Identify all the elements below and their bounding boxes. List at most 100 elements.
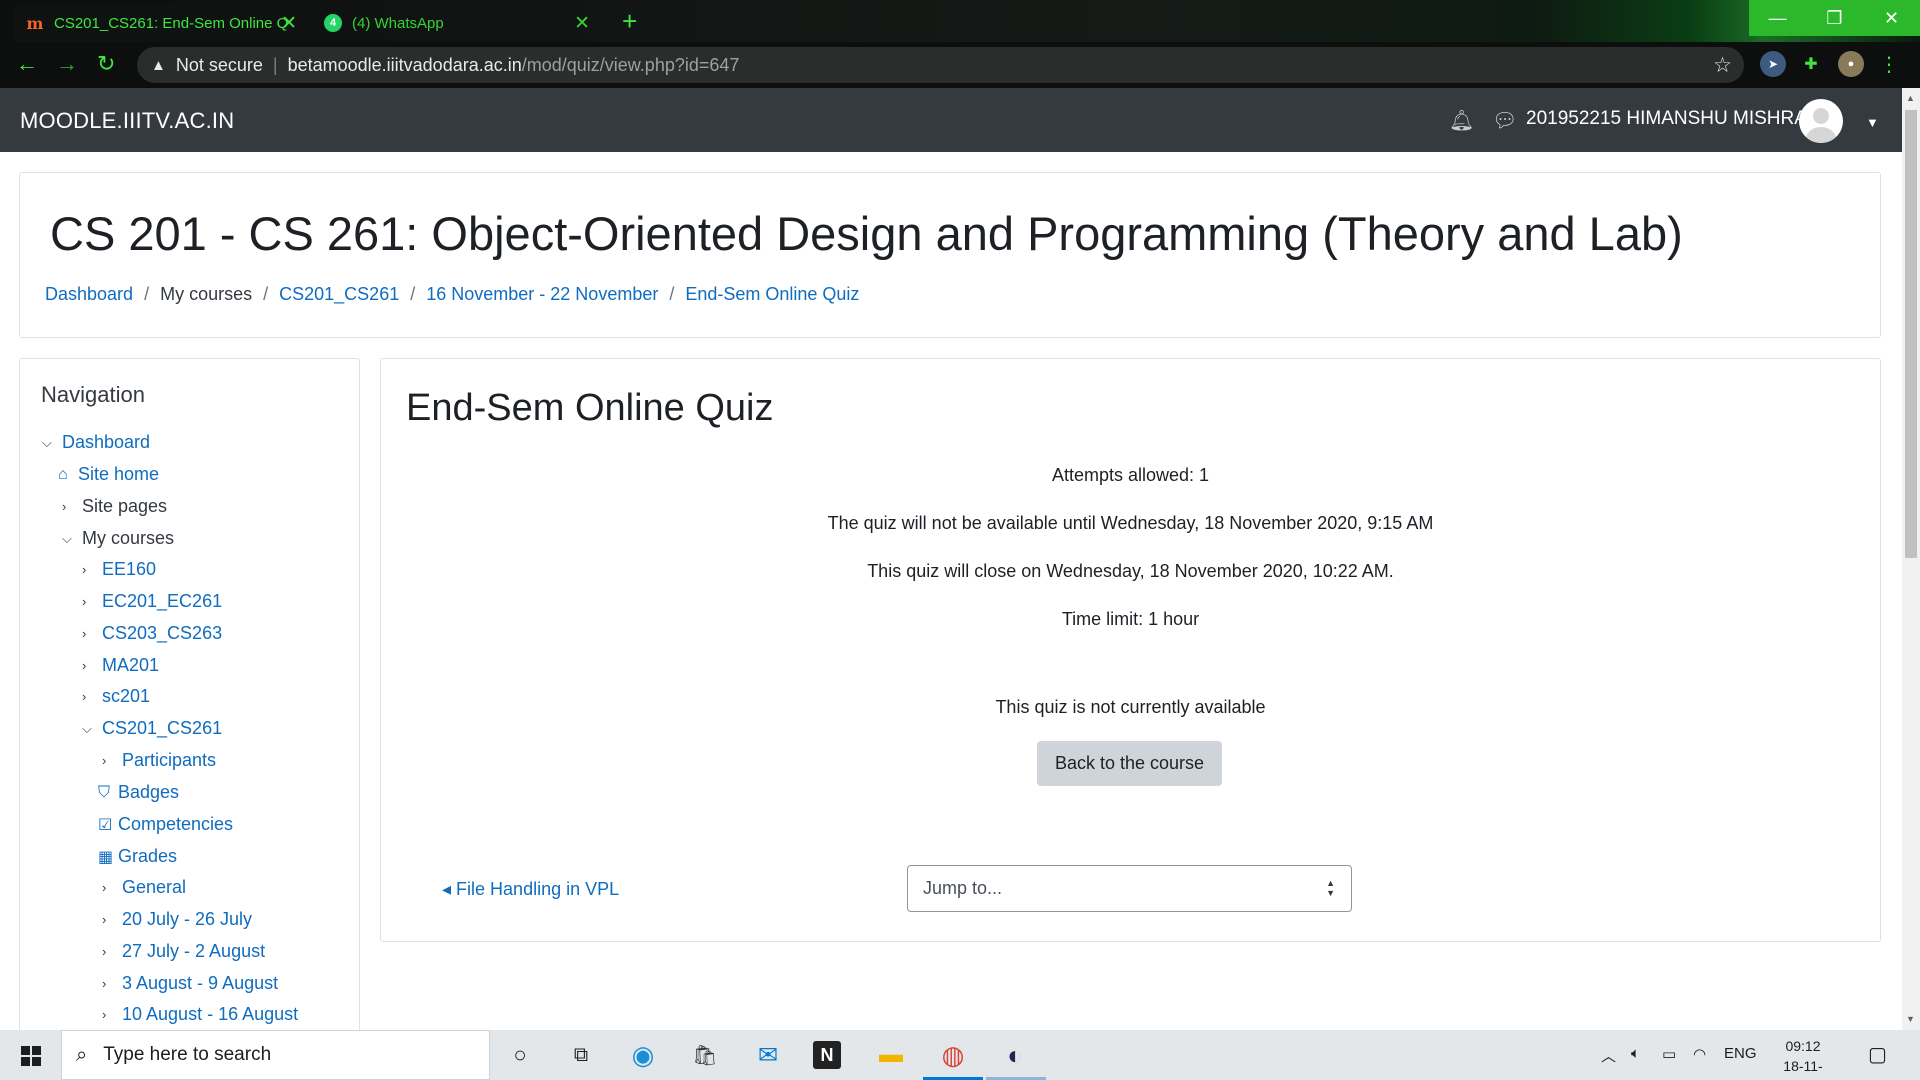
clock-time: 09:12	[1785, 1038, 1821, 1054]
menu-dots-icon[interactable]: ⋮	[1876, 51, 1902, 77]
windows-taskbar: ⌕ Type here to search ○ ⧉ ◉ 🛍︎ ✉ N ▬ ◍ ◐…	[0, 1030, 1920, 1080]
store-bag-icon[interactable]: 🛍︎	[689, 1039, 721, 1071]
scroll-up-icon[interactable]: ▲	[1906, 93, 1915, 103]
user-name[interactable]: 201952215 HIMANSHU MISHRA	[1526, 108, 1807, 130]
new-tab-button[interactable]: +	[622, 6, 637, 37]
minimize-button[interactable]: —	[1749, 0, 1806, 36]
nav-item-cs203[interactable]: › CS203_CS263	[82, 623, 222, 644]
close-tab-icon[interactable]: ✕	[281, 12, 297, 35]
extension-cursor-icon[interactable]: ➤	[1760, 51, 1786, 77]
moodle-navbar: MOODLE.IIITV.AC.IN 🔔︎ 💬︎ 201952215 HIMAN…	[0, 88, 1902, 152]
chevron-up-icon[interactable]: ︿	[1601, 1045, 1616, 1066]
chevron-right-icon: ›	[102, 944, 107, 959]
nav-item-week-1[interactable]: › 20 July - 26 July	[102, 909, 252, 930]
scrollbar-thumb[interactable]	[1905, 110, 1917, 558]
chevron-right-icon: ›	[102, 1007, 107, 1022]
nav-item-badges[interactable]: ⛉ Badges	[98, 782, 179, 803]
nav-item-week-2[interactable]: › 27 July - 2 August	[102, 941, 265, 962]
jump-to-select[interactable]: Jump to... ▲ ▼	[907, 865, 1352, 912]
back-arrow-icon[interactable]: ←	[16, 51, 38, 77]
previous-activity-link[interactable]: ◂ File Handling in VPL	[442, 879, 619, 900]
nav-item-sc201[interactable]: › sc201	[82, 686, 150, 707]
battery-icon[interactable]: ▭	[1662, 1045, 1676, 1063]
nav-item-dashboard[interactable]: ⌵ Dashboard	[42, 432, 150, 453]
nav-item-cs201[interactable]: ⌵ CS201_CS261	[82, 718, 222, 739]
nav-item-ec201[interactable]: › EC201_EC261	[82, 591, 222, 612]
chevron-down-icon: ⌵	[62, 530, 72, 546]
extensions-puzzle-icon[interactable]: ✚	[1798, 51, 1824, 77]
nav-item-site-pages[interactable]: › Site pages	[62, 496, 167, 517]
chrome-icon[interactable]: ◍	[937, 1039, 969, 1071]
chevron-down-icon: ⌵	[82, 720, 92, 736]
tab-moodle-quiz[interactable]: m CS201_CS261: End-Sem Online Q ✕	[14, 4, 309, 42]
close-tab-icon[interactable]: ✕	[574, 12, 590, 35]
file-explorer-icon[interactable]: ▬	[875, 1039, 907, 1071]
eclipse-icon[interactable]: ◐	[999, 1039, 1031, 1071]
notifications-icon[interactable]: ▢	[1868, 1042, 1887, 1067]
site-brand[interactable]: MOODLE.IIITV.AC.IN	[20, 108, 234, 134]
profile-avatar-icon[interactable]: ●	[1838, 51, 1864, 77]
close-window-button[interactable]: ✕	[1863, 0, 1920, 36]
page-scrollbar[interactable]: ▲ ▼	[1902, 88, 1920, 1030]
nav-item-general[interactable]: › General	[102, 877, 186, 898]
time-limit-text: Time limit: 1 hour	[1061, 609, 1200, 629]
chevron-right-icon: ›	[102, 753, 107, 768]
nav-item-participants[interactable]: › Participants	[102, 750, 216, 771]
nav-item-week-3[interactable]: › 3 August - 9 August	[102, 973, 278, 994]
bookmark-star-icon[interactable]: ☆	[1713, 53, 1732, 78]
chat-bubble-icon[interactable]: 💬︎	[1492, 108, 1517, 133]
search-icon: ⌕	[76, 1043, 88, 1066]
chevron-down-icon: ⌵	[42, 434, 52, 450]
chevron-right-icon: ›	[82, 626, 87, 641]
bell-icon[interactable]: 🔔︎	[1449, 108, 1474, 133]
back-to-course-button[interactable]: Back to the course	[1037, 741, 1222, 786]
volume-icon[interactable]: 🔈︎	[1631, 1045, 1640, 1062]
breadcrumb-course[interactable]: CS201_CS261	[279, 284, 399, 304]
task-view-icon[interactable]: ⧉	[565, 1039, 597, 1071]
nav-item-site-home[interactable]: ⌂ Site home	[58, 464, 159, 485]
select-arrows-icon: ▲ ▼	[1326, 878, 1335, 898]
nav-item-grades[interactable]: ▦ Grades	[98, 846, 177, 867]
nav-item-ma201[interactable]: › MA201	[82, 655, 159, 676]
navigation-title: Navigation	[41, 382, 145, 407]
course-title: CS 201 - CS 261: Object-Oriented Design …	[50, 207, 1683, 260]
notion-icon[interactable]: N	[813, 1041, 841, 1069]
breadcrumb-quiz[interactable]: End-Sem Online Quiz	[685, 284, 859, 304]
system-clock[interactable]: 09:12 18-11-2020	[1768, 1036, 1838, 1080]
nav-item-ee160[interactable]: › EE160	[82, 559, 156, 580]
wifi-icon[interactable]: ◠	[1693, 1045, 1706, 1063]
address-bar[interactable]: ▲ Not secure | betamoodle.iiitvadodara.a…	[137, 47, 1744, 83]
whatsapp-icon: 4	[324, 14, 342, 32]
edge-browser-icon[interactable]: ◉	[627, 1039, 659, 1071]
tab-title: CS201_CS261: End-Sem Online Q	[54, 14, 289, 32]
clock-date: 18-11-2020	[1783, 1058, 1823, 1080]
shield-icon: ⛉	[98, 783, 111, 801]
browser-toolbar: ← → ↻ ▲ Not secure | betamoodle.iiitvado…	[0, 42, 1920, 88]
security-label[interactable]: Not secure	[176, 55, 263, 76]
reload-icon[interactable]: ↻	[97, 51, 115, 77]
nav-item-week-4[interactable]: › 10 August - 16 August	[102, 1004, 298, 1025]
cortana-icon[interactable]: ○	[504, 1039, 536, 1071]
language-indicator[interactable]: ENG	[1724, 1045, 1757, 1062]
scroll-down-icon[interactable]: ▼	[1906, 1014, 1915, 1024]
breadcrumb-section[interactable]: 16 November - 22 November	[426, 284, 658, 304]
forward-arrow-icon[interactable]: →	[56, 51, 78, 77]
nav-item-competencies[interactable]: ☑ Competencies	[98, 814, 233, 835]
mail-icon[interactable]: ✉	[752, 1039, 784, 1071]
arrow-left-icon: ◂	[442, 879, 457, 899]
breadcrumb: Dashboard / My courses / CS201_CS261/16 Nove…	[45, 284, 860, 304]
chevron-down-icon[interactable]: ▼	[1866, 115, 1879, 130]
attempts-allowed-text: Attempts allowed: 1	[1051, 465, 1210, 485]
nav-item-my-courses[interactable]: ⌵ My courses	[62, 528, 174, 549]
restore-button[interactable]: ❐	[1806, 0, 1863, 36]
breadcrumb-dashboard[interactable]: Dashboard	[45, 284, 133, 304]
tab-title: (4) WhatsApp	[352, 14, 444, 32]
user-avatar[interactable]	[1799, 99, 1843, 143]
tab-whatsapp[interactable]: 4 (4) WhatsApp ✕	[312, 4, 602, 42]
home-icon: ⌂	[58, 465, 68, 483]
taskbar-search-box[interactable]: ⌕ Type here to search	[61, 1030, 490, 1080]
url-host: betamoodle.iiitvadodara.ac.in	[287, 54, 522, 75]
quiz-main-card	[380, 358, 1881, 942]
windows-start-icon[interactable]	[21, 1046, 41, 1066]
quiz-close-time-text: This quiz will close on Wednesday, 18 No…	[867, 561, 1394, 581]
